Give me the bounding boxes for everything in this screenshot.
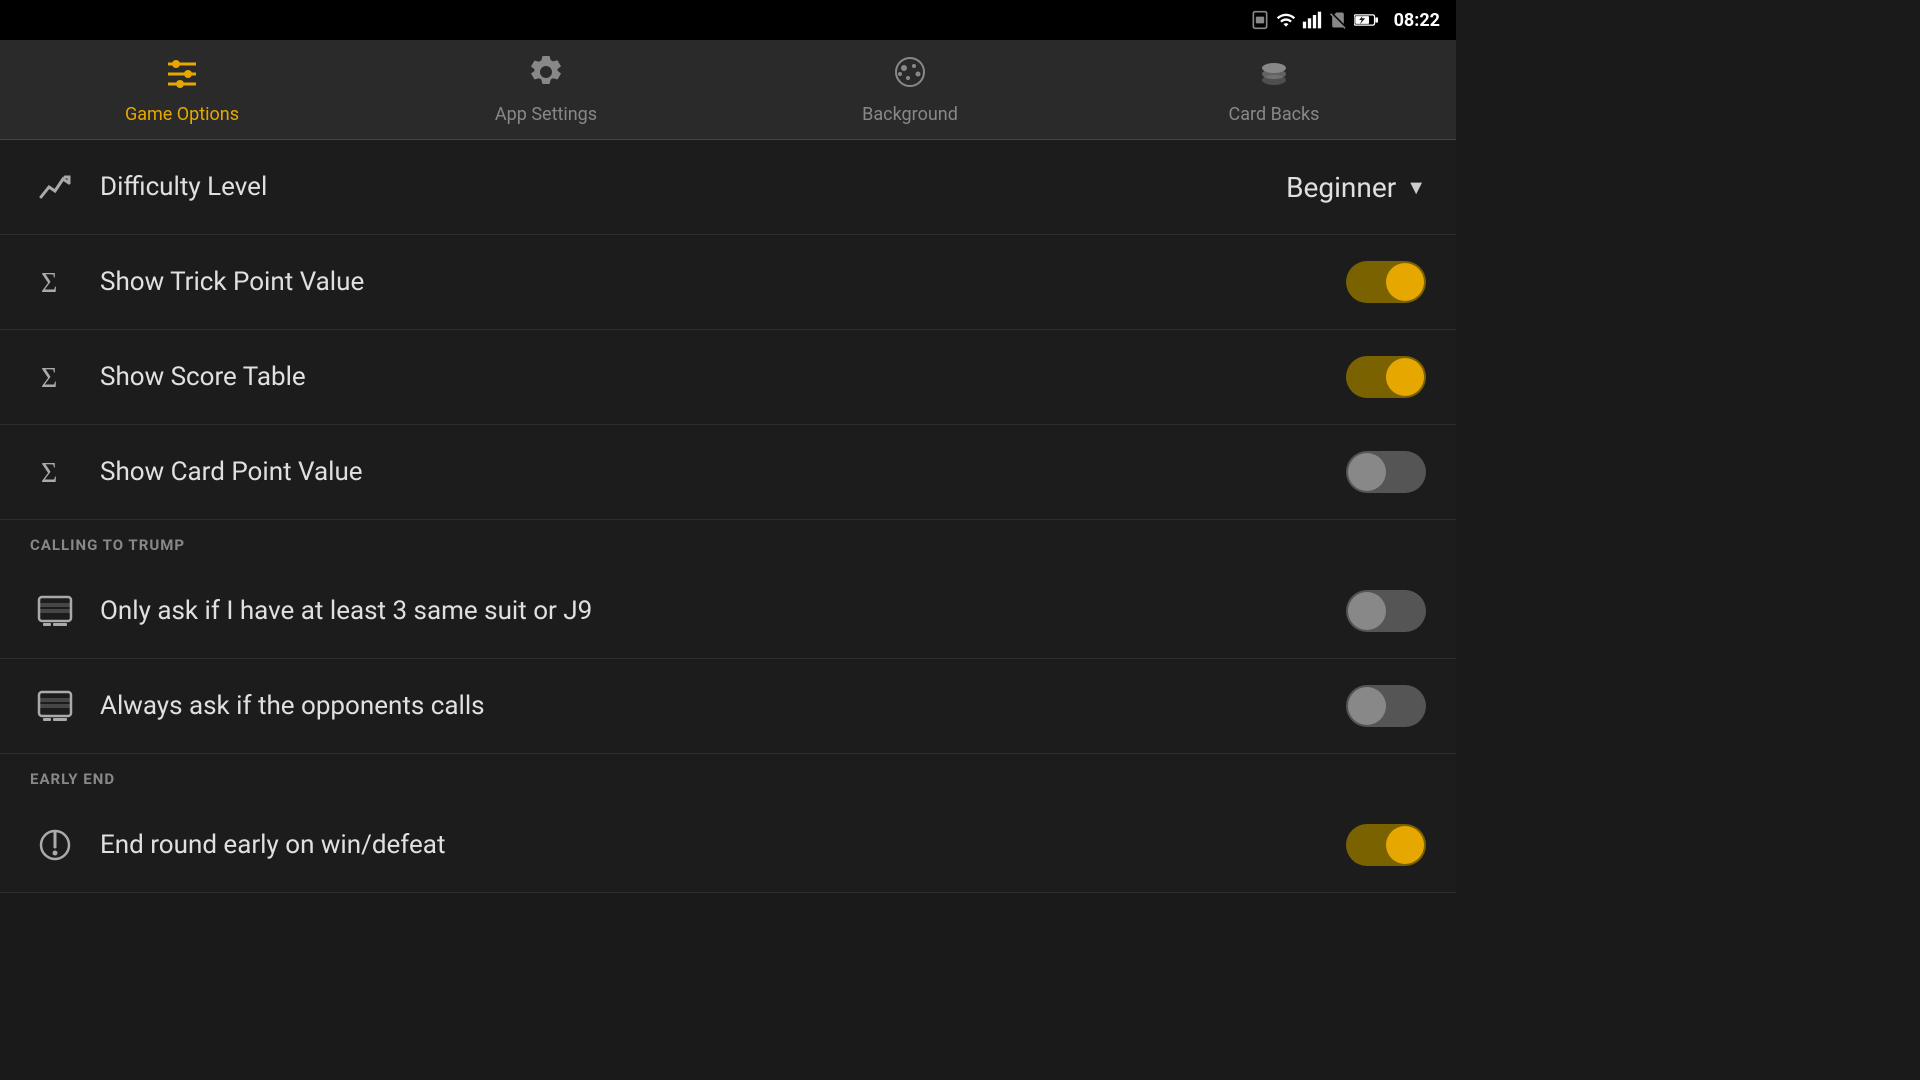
show-card-point-value-row: Σ Show Card Point Value: [0, 425, 1456, 520]
svg-text:Σ: Σ: [41, 268, 57, 299]
tab-card-backs[interactable]: Card Backs: [1092, 40, 1456, 139]
score-table-knob: [1386, 358, 1424, 396]
difficulty-icon: [30, 162, 80, 212]
end-round-early-row: End round early on win/defeat: [0, 798, 1456, 893]
tab-app-settings[interactable]: App Settings: [364, 40, 728, 139]
tab-app-settings-label: App Settings: [495, 104, 597, 125]
difficulty-label: Difficulty Level: [100, 172, 1286, 202]
card-point-icon: Σ: [30, 447, 80, 497]
status-bar: 08:22: [0, 0, 1456, 40]
svg-text:Σ: Σ: [41, 458, 57, 489]
tab-bar: Game Options App Settings Background: [0, 40, 1456, 140]
content-area: Difficulty Level Beginner ▼ Σ Show Trick…: [0, 140, 1456, 893]
status-time: 08:22: [1394, 10, 1440, 31]
game-options-icon: [164, 54, 200, 98]
svg-text:Σ: Σ: [41, 363, 57, 394]
background-icon: [892, 54, 928, 98]
difficulty-value: Beginner: [1286, 171, 1396, 204]
early-end-header: EARLY END: [0, 754, 1456, 798]
signal-icon: [1302, 10, 1322, 30]
wifi-icon: [1276, 10, 1296, 30]
always-ask-knob: [1348, 687, 1386, 725]
score-table-icon: Σ: [30, 352, 80, 402]
difficulty-row[interactable]: Difficulty Level Beginner ▼: [0, 140, 1456, 235]
no-sim-icon: [1328, 10, 1348, 30]
trick-point-knob: [1386, 263, 1424, 301]
tab-card-backs-label: Card Backs: [1229, 104, 1320, 125]
card-point-label: Show Card Point Value: [100, 457, 1346, 487]
only-ask-toggle[interactable]: [1346, 590, 1426, 632]
only-ask-label: Only ask if I have at least 3 same suit …: [100, 596, 1346, 626]
app-settings-icon: [528, 54, 564, 98]
trick-point-label: Show Trick Point Value: [100, 267, 1346, 297]
score-table-label: Show Score Table: [100, 362, 1346, 392]
only-ask-icon: [30, 586, 80, 636]
end-round-icon: [30, 820, 80, 870]
trick-point-toggle[interactable]: [1346, 261, 1426, 303]
end-round-knob: [1386, 826, 1424, 864]
end-round-toggle[interactable]: [1346, 824, 1426, 866]
show-trick-point-value-row: Σ Show Trick Point Value: [0, 235, 1456, 330]
card-point-knob: [1348, 453, 1386, 491]
dropdown-arrow: ▼: [1406, 175, 1426, 200]
always-ask-label: Always ask if the opponents calls: [100, 691, 1346, 721]
status-icons: [1250, 10, 1378, 30]
tab-game-options[interactable]: Game Options: [0, 40, 364, 139]
card-point-toggle[interactable]: [1346, 451, 1426, 493]
card-backs-icon: [1256, 54, 1292, 98]
trick-point-icon: Σ: [30, 257, 80, 307]
end-round-label: End round early on win/defeat: [100, 830, 1346, 860]
difficulty-dropdown[interactable]: Beginner ▼: [1286, 171, 1426, 204]
battery-icon: [1354, 10, 1378, 30]
only-ask-row: Only ask if I have at least 3 same suit …: [0, 564, 1456, 659]
score-table-toggle[interactable]: [1346, 356, 1426, 398]
always-ask-row: Always ask if the opponents calls: [0, 659, 1456, 754]
sim-icon: [1250, 10, 1270, 30]
calling-to-trump-header: CALLING TO TRUMP: [0, 520, 1456, 564]
show-score-table-row: Σ Show Score Table: [0, 330, 1456, 425]
tab-background[interactable]: Background: [728, 40, 1092, 139]
only-ask-knob: [1348, 592, 1386, 630]
tab-game-options-label: Game Options: [125, 104, 239, 125]
always-ask-toggle[interactable]: [1346, 685, 1426, 727]
tab-background-label: Background: [862, 104, 958, 125]
always-ask-icon: [30, 681, 80, 731]
